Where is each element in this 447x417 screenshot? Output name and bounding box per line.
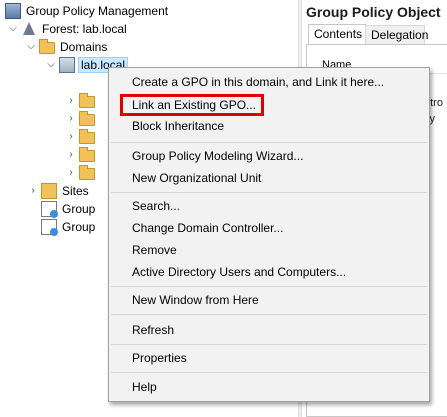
tree-item-label: Group Policy Management xyxy=(26,4,169,18)
menu-separator xyxy=(111,344,427,345)
ou-folder-icon xyxy=(79,129,95,144)
group-policy-results-icon xyxy=(41,219,58,236)
collapse-chevron-icon[interactable]: ⌵ xyxy=(46,56,56,74)
tree-item-gpm-root[interactable]: Group Policy Management xyxy=(5,2,170,20)
menu-separator xyxy=(111,142,427,143)
ou-folder-icon xyxy=(79,111,95,126)
tree-item-label: Forest: lab.local xyxy=(42,22,127,36)
collapse-chevron-icon[interactable]: ⌵ xyxy=(26,38,36,56)
expand-chevron-icon[interactable]: › xyxy=(28,182,38,200)
group-policy-modeling-icon xyxy=(41,201,58,218)
menu-item-aduc[interactable]: Active Directory Users and Computers... xyxy=(132,262,346,282)
expand-chevron-icon[interactable]: › xyxy=(66,146,76,164)
tree-item-label: Group xyxy=(62,202,96,216)
tree-item-child[interactable]: › xyxy=(66,164,98,182)
menu-item-change-dc[interactable]: Change Domain Controller... xyxy=(132,218,283,238)
menu-item-search[interactable]: Search... xyxy=(132,196,180,216)
expand-chevron-icon[interactable]: › xyxy=(66,92,76,110)
menu-item-remove[interactable]: Remove xyxy=(132,240,177,260)
tree-item-child[interactable]: › xyxy=(66,110,98,128)
tree-item-child[interactable]: › xyxy=(66,92,98,110)
tree-item-gp-results[interactable]: Group xyxy=(41,218,97,236)
tree-item-label: Domains xyxy=(60,40,108,54)
menu-item-help[interactable]: Help xyxy=(132,377,157,397)
context-menu: Create a GPO in this domain, and Link it… xyxy=(108,67,430,402)
menu-item-create-gpo-link[interactable]: Create a GPO in this domain, and Link it… xyxy=(132,72,384,92)
details-title: Group Policy Object xyxy=(306,4,441,20)
forest-icon xyxy=(21,21,37,37)
group-policy-management-icon xyxy=(5,3,21,19)
tree-item-domains[interactable]: ⌵ Domains xyxy=(26,38,109,56)
menu-separator xyxy=(111,314,427,315)
menu-item-block-inheritance[interactable]: Block Inheritance xyxy=(132,116,224,136)
ou-folder-icon xyxy=(79,147,95,162)
menu-item-properties[interactable]: Properties xyxy=(132,348,187,368)
expand-chevron-icon[interactable]: › xyxy=(66,128,76,146)
tree-item-sites[interactable]: › Sites xyxy=(28,182,91,200)
menu-separator xyxy=(111,192,427,193)
ou-folder-icon xyxy=(79,93,95,108)
tree-item-label: Sites xyxy=(62,184,89,198)
tab-contents[interactable]: Contents xyxy=(308,24,366,44)
tab-delegation[interactable]: Delegation xyxy=(365,25,428,44)
tree-item-forest[interactable]: ⌵ Forest: lab.local xyxy=(8,20,129,38)
expand-chevron-icon[interactable]: › xyxy=(66,110,76,128)
menu-separator xyxy=(111,372,427,373)
sites-icon xyxy=(41,183,57,199)
menu-item-gp-modeling-wizard[interactable]: Group Policy Modeling Wizard... xyxy=(132,146,303,166)
tree-item-gp-modeling[interactable]: Group xyxy=(41,200,97,218)
domains-folder-icon xyxy=(39,39,55,54)
collapse-chevron-icon[interactable]: ⌵ xyxy=(8,20,18,38)
menu-item-new-ou[interactable]: New Organizational Unit xyxy=(132,168,261,188)
ou-folder-icon xyxy=(79,165,95,180)
tree-item-label: Group xyxy=(62,220,96,234)
menu-separator xyxy=(111,286,427,287)
tree-item-child[interactable]: › xyxy=(66,146,98,164)
domain-icon xyxy=(59,57,75,73)
menu-item-refresh[interactable]: Refresh xyxy=(132,320,174,340)
expand-chevron-icon[interactable]: › xyxy=(66,164,76,182)
menu-item-new-window[interactable]: New Window from Here xyxy=(132,290,259,310)
red-highlight-box xyxy=(120,94,264,116)
tree-item-child[interactable]: › xyxy=(66,128,98,146)
